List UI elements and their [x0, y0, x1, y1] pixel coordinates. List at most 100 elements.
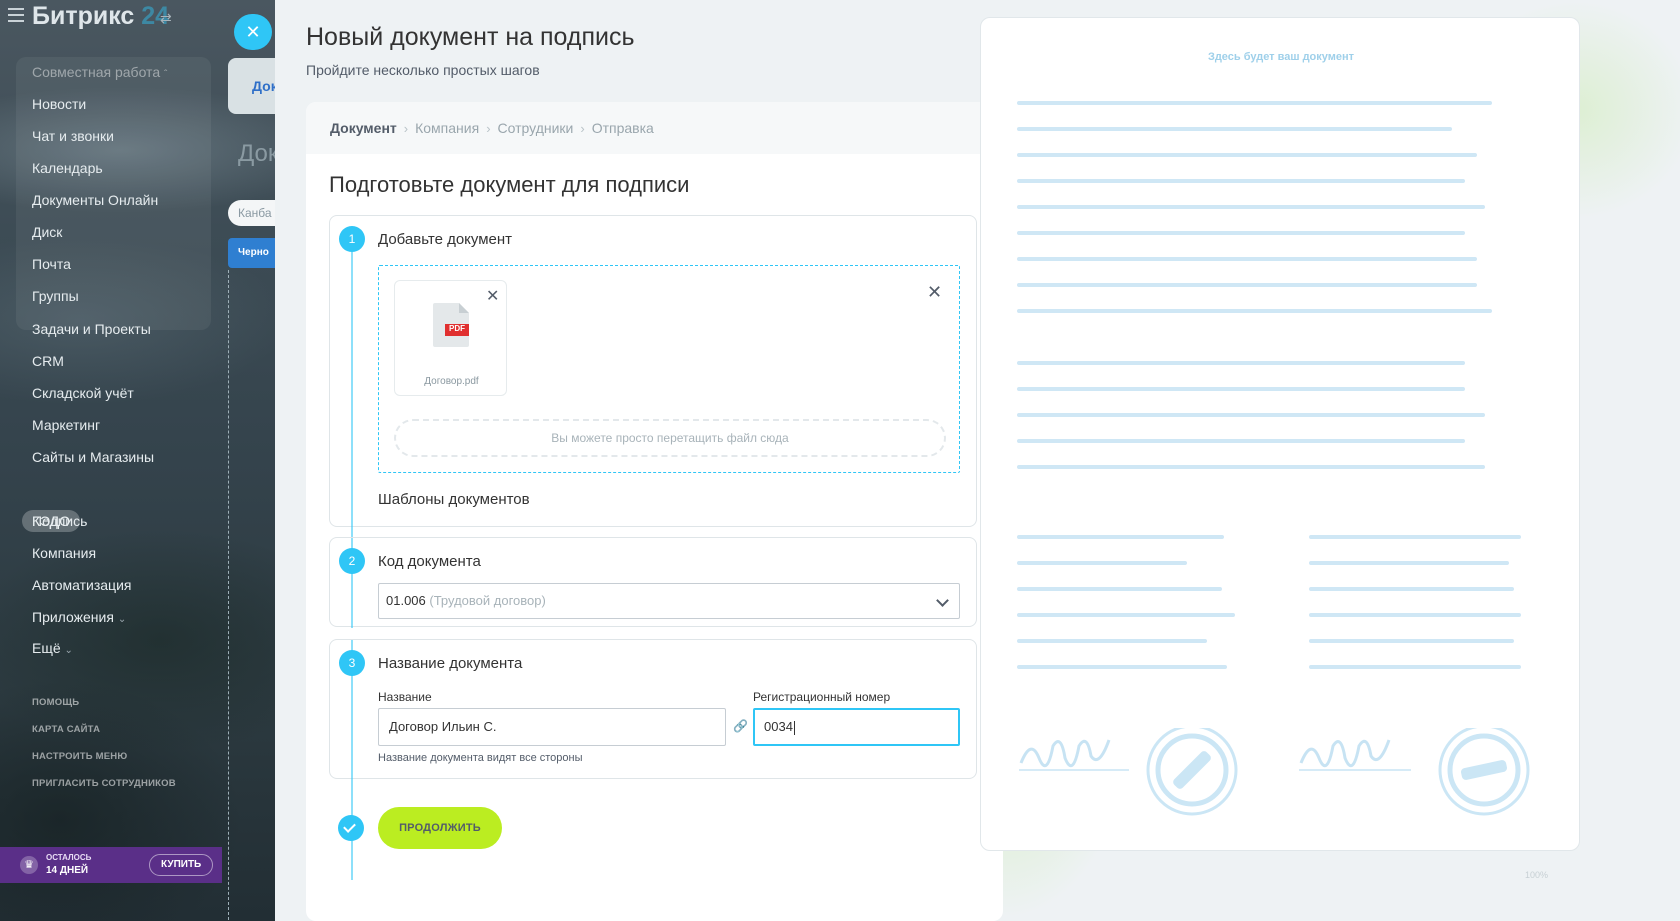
continue-button[interactable]: ПРОДОЛЖИТЬ	[378, 807, 502, 849]
step-document-name: 3 Название документа Название Договор Ил…	[329, 639, 977, 880]
preview-text-line	[1017, 561, 1187, 565]
help-link[interactable]: ПОМОЩЬ	[32, 697, 79, 708]
document-preview: Здесь будет ваш документ	[980, 17, 1580, 851]
buy-button[interactable]: КУПИТЬ	[149, 854, 214, 876]
name-field-label: Название	[378, 690, 432, 704]
more-label: Ещё	[32, 640, 61, 656]
new-document-slider: Новый документ на подпись Пройдите неско…	[275, 0, 1680, 921]
group-header-label: Совместная работа	[32, 64, 161, 80]
sidebar-item-calendar[interactable]: Календарь	[32, 160, 103, 176]
preview-text-line	[1309, 665, 1521, 669]
remove-file-icon[interactable]: ✕	[486, 286, 499, 306]
preview-title: Здесь будет ваш документ	[1207, 51, 1355, 63]
sidebar-item-news[interactable]: Новости	[32, 96, 86, 112]
select-value: 01.006	[386, 593, 426, 608]
step-label: Добавьте документ	[378, 231, 513, 248]
link-icon[interactable]: 🔗	[733, 719, 748, 733]
sidebar-item-mail[interactable]: Почта	[32, 256, 71, 272]
sidebar-item-groups[interactable]: Группы	[32, 288, 79, 304]
name-field-hint: Название документа видят все стороны	[378, 752, 583, 764]
logo-text: Битрикс	[32, 2, 135, 30]
sidebar-item-more[interactable]: Ещё ⌄	[32, 640, 73, 656]
preview-text-line	[1309, 639, 1514, 643]
sidebar-item-automation[interactable]: Автоматизация	[32, 577, 131, 593]
bitrix24-logo[interactable]: Битрикс 24	[32, 2, 169, 31]
preview-text-line	[1017, 231, 1465, 235]
signature-left-icon	[1019, 739, 1111, 768]
file-dropzone[interactable]: ✕ PDF Договор.pdf ✕ Вы можете просто пер…	[378, 265, 960, 473]
section-title: Подготовьте документ для подписи	[329, 172, 690, 197]
step-number: 1	[339, 226, 365, 252]
preview-text-line	[1017, 257, 1477, 261]
sidebar-item-chat[interactable]: Чат и звонки	[32, 128, 114, 144]
breadcrumb-employees[interactable]: Сотрудники	[498, 120, 574, 136]
invite-employees-link[interactable]: ПРИГЛАСИТЬ СОТРУДНИКОВ	[32, 778, 176, 789]
background-page-tab[interactable]: Док	[228, 58, 275, 114]
step-label: Код документа	[378, 553, 481, 570]
sidebar-item-signature[interactable]: Подпись	[32, 513, 87, 529]
preview-text-line	[1309, 613, 1521, 617]
preview-text-line	[1017, 309, 1492, 313]
sidebar-item-crm[interactable]: CRM	[32, 353, 64, 369]
reg-number-input[interactable]: 0034	[753, 708, 960, 746]
background-page-filter[interactable]: Канба	[228, 200, 275, 226]
reg-number-value: 0034	[764, 719, 793, 734]
background-page-pill[interactable]: Черно	[228, 238, 275, 268]
check-icon	[343, 820, 356, 833]
close-icon: ✕	[245, 22, 261, 42]
preview-text-line	[1017, 413, 1485, 417]
sidebar-item-apps[interactable]: Приложения ⌄	[32, 609, 126, 625]
swap-icon[interactable]: ⇄	[160, 10, 172, 27]
sidebar-item-disk[interactable]: Диск	[32, 224, 62, 240]
step-connector	[351, 252, 353, 564]
close-slider-button[interactable]: ✕	[234, 14, 272, 50]
drop-hint[interactable]: Вы можете просто перетащить файл сюда	[394, 419, 946, 457]
preview-text-line	[1309, 561, 1509, 565]
chevron-down-icon	[936, 594, 949, 607]
step-number: 2	[339, 548, 365, 574]
sidebar-item-marketing[interactable]: Маркетинг	[32, 417, 100, 433]
preview-text-line	[1017, 535, 1224, 539]
preview-text-line	[1017, 439, 1465, 443]
file-card[interactable]: ✕ PDF Договор.pdf	[394, 280, 507, 396]
file-name: Договор.pdf	[424, 376, 479, 387]
preview-signatures	[1019, 728, 1530, 816]
apps-label: Приложения	[32, 609, 114, 625]
preview-text-line	[1017, 153, 1477, 157]
step-document-code: 2 Код документа 01.006 (Трудовой договор…	[329, 537, 977, 628]
preview-text-line	[1017, 639, 1207, 643]
clear-dropzone-icon[interactable]: ✕	[927, 282, 942, 303]
sidebar-item-docs-online[interactable]: Документы Онлайн	[32, 192, 158, 208]
breadcrumb-sending[interactable]: Отправка	[592, 120, 654, 136]
sidebar-group-header[interactable]: Совместная работа ˆ	[32, 64, 167, 80]
preview-text-line	[1017, 205, 1485, 209]
document-name-input[interactable]: Договор Ильин С.	[378, 708, 726, 746]
preview-text-line	[1309, 587, 1514, 591]
breadcrumb-company[interactable]: Компания	[415, 120, 479, 136]
breadcrumb-document[interactable]: Документ	[330, 120, 397, 136]
menu-burger-icon[interactable]	[8, 8, 24, 22]
chevron-right-icon: ›	[403, 120, 409, 136]
preview-text-line	[1017, 613, 1235, 617]
preview-text-line	[1017, 587, 1222, 591]
crown-icon: ♛	[20, 856, 38, 874]
zoom-level: 100%	[1525, 870, 1549, 880]
sidebar-item-tasks[interactable]: Задачи и Проекты	[32, 321, 151, 337]
chevron-down-icon: ⌄	[64, 645, 73, 656]
document-code-select[interactable]: 01.006 (Трудовой договор)	[378, 583, 960, 619]
page-title: Новый документ на подпись	[306, 23, 635, 51]
preview-text-line	[1017, 361, 1465, 365]
sidebar-item-warehouse[interactable]: Складской учёт	[32, 385, 134, 401]
preview-text-line	[1017, 465, 1485, 469]
sidebar-item-sites[interactable]: Сайты и Магазины	[32, 449, 154, 465]
pdf-badge: PDF	[449, 324, 465, 333]
signature-right-icon	[1299, 739, 1391, 768]
stamp-left-icon	[1146, 728, 1238, 816]
templates-label[interactable]: Шаблоны документов	[378, 491, 530, 508]
finish-step-dot	[338, 815, 364, 841]
step-add-document: 1 Добавьте документ ✕ PDF Договор.pdf ✕ …	[329, 215, 977, 564]
configure-menu-link[interactable]: НАСТРОИТЬ МЕНЮ	[32, 751, 127, 762]
preview-text-line	[1017, 665, 1227, 669]
sitemap-link[interactable]: КАРТА САЙТА	[32, 724, 100, 735]
sidebar-item-company[interactable]: Компания	[32, 545, 96, 561]
